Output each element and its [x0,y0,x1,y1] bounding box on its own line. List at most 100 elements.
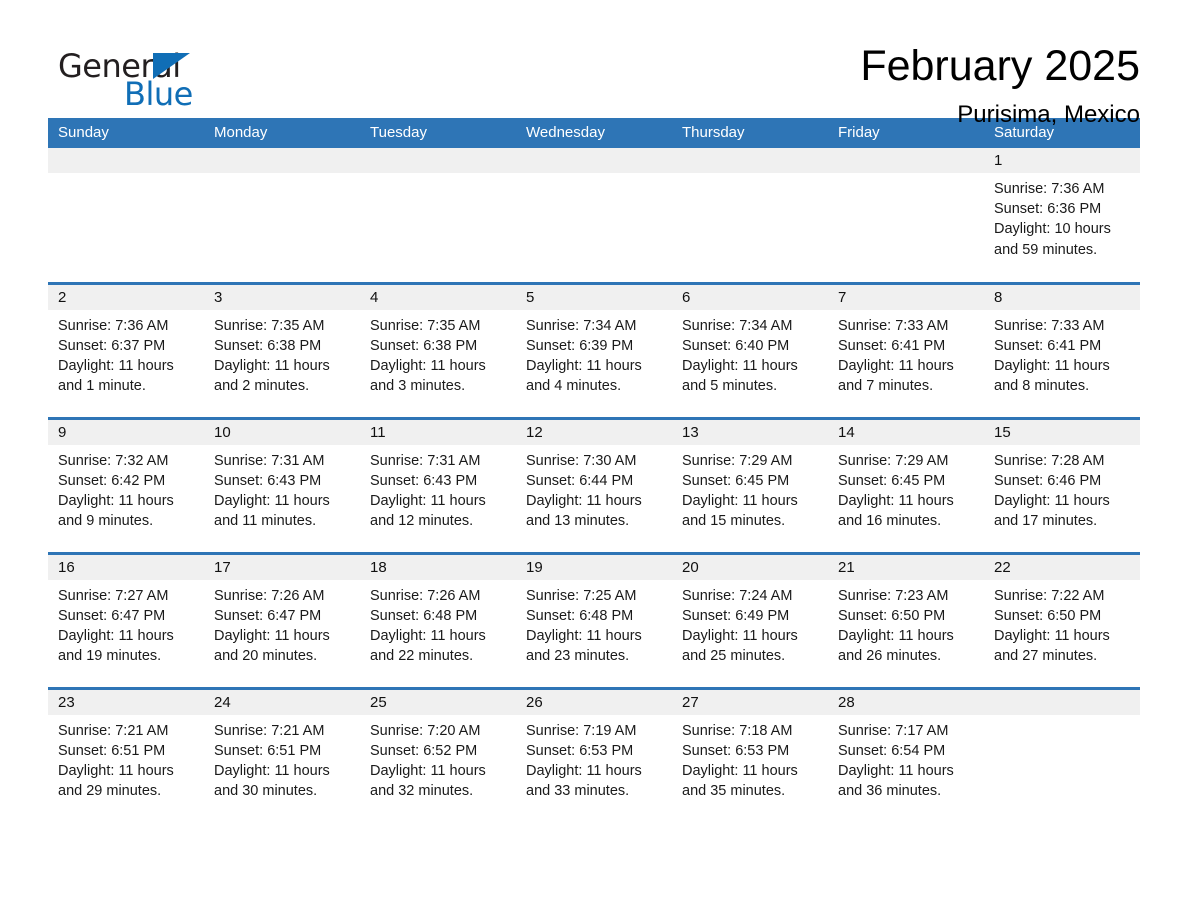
calendar-day-cell[interactable]: 19 Sunrise: 7:25 AM Sunset: 6:48 PM Dayligh… [516,551,672,688]
calendar-day-cell[interactable]: 12 Sunrise: 7:30 AM Sunset: 6:44 PM Dayligh… [516,416,672,553]
calendar-day-cell[interactable]: 22 Sunrise: 7:22 AM Sunset: 6:50 PM Dayligh… [984,551,1140,688]
day-details [984,715,1140,721]
calendar-day-cell[interactable]: 14 Sunrise: 7:29 AM Sunset: 6:45 PM Dayligh… [828,416,984,553]
calendar-day-cell[interactable]: 2 Sunrise: 7:36 AM Sunset: 6:37 PM Daylight… [48,281,204,418]
day-details [516,173,672,179]
calendar-empty-cell [516,148,672,283]
sunrise-text: Sunrise: 7:22 AM [994,587,1105,604]
calendar-day-cell[interactable]: 11 Sunrise: 7:31 AM Sunset: 6:43 PM Dayligh… [360,416,516,553]
day-number: 19 [516,554,672,580]
daylight-text-line2: and 3 minutes. [370,378,466,395]
calendar-day-cell[interactable]: 28 Sunrise: 7:17 AM Sunset: 6:54 PM Dayligh… [828,686,984,823]
daylight-text-line1: Daylight: 11 hours [58,357,174,374]
weekday-header-monday: Monday [204,118,360,148]
calendar-day-cell[interactable]: 4 Sunrise: 7:35 AM Sunset: 6:38 PM Daylight… [360,281,516,418]
day-number: 10 [204,419,360,445]
page-header: General Blue February 2025 Purisima, Mex… [48,0,1140,128]
day-details: Sunrise: 7:21 AM Sunset: 6:51 PM Daylight:… [204,715,360,802]
daylight-text-line2: and 32 minutes. [370,783,474,800]
day-number: 11 [360,419,516,445]
daylight-text-line2: and 33 minutes. [526,783,630,800]
calendar-week-row: 16 Sunrise: 7:27 AM Sunset: 6:47 PM Dayligh… [48,551,1140,688]
day-details: Sunrise: 7:20 AM Sunset: 6:52 PM Daylight:… [360,715,516,802]
sunrise-text: Sunrise: 7:28 AM [994,452,1105,469]
day-details [360,173,516,179]
daylight-text-line1: Daylight: 11 hours [370,492,486,509]
calendar-day-cell[interactable]: 21 Sunrise: 7:23 AM Sunset: 6:50 PM Dayligh… [828,551,984,688]
day-details [828,173,984,179]
calendar-day-cell[interactable]: 20 Sunrise: 7:24 AM Sunset: 6:49 PM Dayligh… [672,551,828,688]
calendar-day-cell[interactable]: 18 Sunrise: 7:26 AM Sunset: 6:48 PM Dayligh… [360,551,516,688]
sunrise-text: Sunrise: 7:34 AM [526,317,637,334]
day-number: 25 [360,689,516,715]
calendar-day-cell[interactable]: 9 Sunrise: 7:32 AM Sunset: 6:42 PM Daylight… [48,416,204,553]
calendar-day-cell[interactable]: 3 Sunrise: 7:35 AM Sunset: 6:38 PM Daylight… [204,281,360,418]
sunset-text: Sunset: 6:44 PM [526,472,634,489]
daylight-text-line2: and 27 minutes. [994,648,1098,665]
page-title: February 2025 [860,42,1140,90]
sunrise-text: Sunrise: 7:33 AM [994,317,1105,334]
calendar-empty-cell [672,148,828,283]
daylight-text-line1: Daylight: 11 hours [370,357,486,374]
calendar-day-cell[interactable]: 24 Sunrise: 7:21 AM Sunset: 6:51 PM Dayligh… [204,686,360,823]
day-number: 21 [828,554,984,580]
day-number: 26 [516,689,672,715]
sunrise-text: Sunrise: 7:31 AM [214,452,325,469]
daylight-text-line1: Daylight: 11 hours [214,357,330,374]
calendar-day-cell[interactable]: 10 Sunrise: 7:31 AM Sunset: 6:43 PM Dayligh… [204,416,360,553]
sunrise-text: Sunrise: 7:21 AM [58,722,169,739]
calendar-empty-cell [48,148,204,283]
calendar-day-cell[interactable]: 15 Sunrise: 7:28 AM Sunset: 6:46 PM Dayligh… [984,416,1140,553]
calendar-day-cell[interactable]: 7 Sunrise: 7:33 AM Sunset: 6:41 PM Daylight… [828,281,984,418]
calendar-day-cell[interactable]: 1 Sunrise: 7:36 AM Sunset: 6:36 PM Daylight… [984,148,1140,283]
calendar-day-cell[interactable]: 26 Sunrise: 7:19 AM Sunset: 6:53 PM Dayligh… [516,686,672,823]
sunset-text: Sunset: 6:45 PM [682,472,790,489]
daylight-text-line2: and 29 minutes. [58,783,162,800]
daylight-text-line1: Daylight: 11 hours [214,762,330,779]
sunrise-text: Sunrise: 7:32 AM [58,452,169,469]
calendar-day-cell[interactable]: 23 Sunrise: 7:21 AM Sunset: 6:51 PM Dayligh… [48,686,204,823]
calendar-day-cell[interactable]: 17 Sunrise: 7:26 AM Sunset: 6:47 PM Dayligh… [204,551,360,688]
day-details: Sunrise: 7:25 AM Sunset: 6:48 PM Daylight:… [516,580,672,667]
sunset-text: Sunset: 6:50 PM [994,607,1102,624]
title-block: February 2025 Purisima, Mexico [860,42,1140,129]
day-number: 18 [360,554,516,580]
daylight-text-line1: Daylight: 11 hours [526,492,642,509]
daylight-text-line2: and 22 minutes. [370,648,474,665]
daylight-text-line1: Daylight: 11 hours [838,762,954,779]
daylight-text-line1: Daylight: 11 hours [994,357,1110,374]
daylight-text-line2: and 16 minutes. [838,513,942,530]
calendar-day-cell[interactable]: 6 Sunrise: 7:34 AM Sunset: 6:40 PM Daylight… [672,281,828,418]
daylight-text-line1: Daylight: 11 hours [682,627,798,644]
day-number: 13 [672,419,828,445]
sunset-text: Sunset: 6:52 PM [370,742,478,759]
sunset-text: Sunset: 6:47 PM [58,607,166,624]
daylight-text-line1: Daylight: 10 hours [994,221,1111,238]
calendar-day-cell[interactable]: 8 Sunrise: 7:33 AM Sunset: 6:41 PM Daylight… [984,281,1140,418]
calendar-day-cell[interactable]: 27 Sunrise: 7:18 AM Sunset: 6:53 PM Dayligh… [672,686,828,823]
general-blue-logo[interactable]: General Blue [48,42,198,116]
day-number: 22 [984,554,1140,580]
day-details: Sunrise: 7:18 AM Sunset: 6:53 PM Daylight:… [672,715,828,802]
sunset-text: Sunset: 6:53 PM [526,742,634,759]
day-number: 27 [672,689,828,715]
sunrise-text: Sunrise: 7:26 AM [214,587,325,604]
daylight-text-line1: Daylight: 11 hours [58,492,174,509]
calendar-day-cell[interactable]: 5 Sunrise: 7:34 AM Sunset: 6:39 PM Daylight… [516,281,672,418]
sunrise-text: Sunrise: 7:35 AM [370,317,481,334]
sunset-text: Sunset: 6:54 PM [838,742,946,759]
calendar-day-cell[interactable]: 13 Sunrise: 7:29 AM Sunset: 6:45 PM Dayligh… [672,416,828,553]
day-details: Sunrise: 7:34 AM Sunset: 6:39 PM Daylight:… [516,310,672,397]
daylight-text-line2: and 4 minutes. [526,378,622,395]
daylight-text-line1: Daylight: 11 hours [682,762,798,779]
day-details: Sunrise: 7:29 AM Sunset: 6:45 PM Daylight:… [672,445,828,532]
sunset-text: Sunset: 6:43 PM [214,472,322,489]
day-number: 6 [672,284,828,310]
day-details: Sunrise: 7:34 AM Sunset: 6:40 PM Daylight:… [672,310,828,397]
calendar-day-cell[interactable]: 16 Sunrise: 7:27 AM Sunset: 6:47 PM Dayligh… [48,551,204,688]
daylight-text-line1: Daylight: 11 hours [838,492,954,509]
daylight-text-line2: and 5 minutes. [682,378,778,395]
calendar-day-cell[interactable]: 25 Sunrise: 7:20 AM Sunset: 6:52 PM Dayligh… [360,686,516,823]
sunset-text: Sunset: 6:38 PM [370,337,478,354]
calendar-page: General Blue February 2025 Purisima, Mex… [0,0,1188,918]
